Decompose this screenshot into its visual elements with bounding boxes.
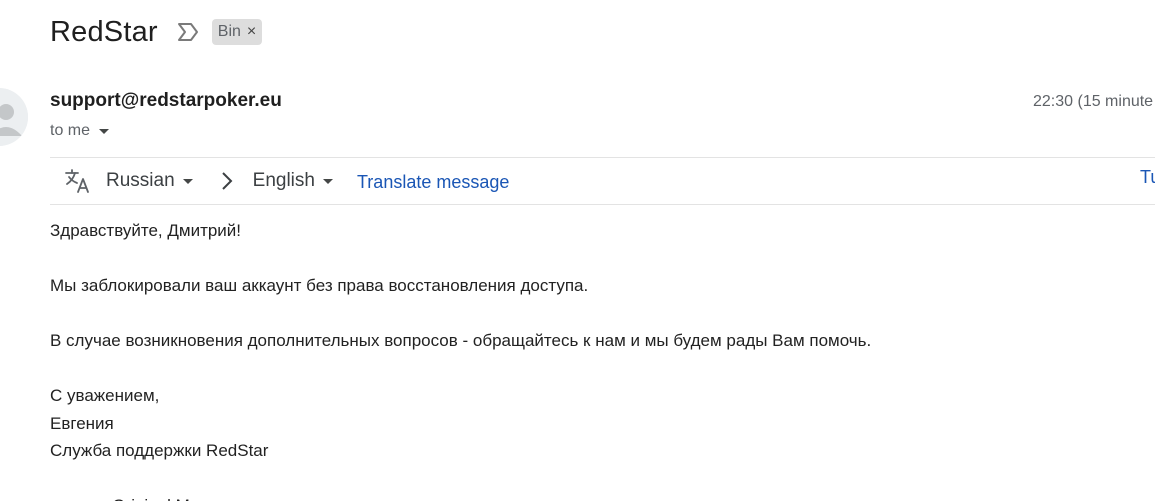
turn-off-translation-link[interactable]: Tu xyxy=(1140,167,1155,188)
sender-email[interactable]: support@redstarpoker.eu xyxy=(50,90,282,112)
original-message-separator: -----Original Message----- xyxy=(50,492,871,501)
caret-down-icon xyxy=(99,129,110,134)
subject-title: RedStar xyxy=(50,15,158,48)
source-language-label: Russian xyxy=(106,170,175,191)
message-timestamp: 22:30 (15 minute xyxy=(1033,93,1154,110)
recipient-details-toggle[interactable]: to me xyxy=(50,122,110,140)
label-chip-text: Bin xyxy=(217,23,241,40)
target-language-label: English xyxy=(252,170,315,191)
chevron-right-icon xyxy=(219,169,235,193)
message-body: Здравствуйте, Дмитрий! Мы заблокировали … xyxy=(50,217,871,501)
recipient-label: to me xyxy=(50,122,91,139)
remove-label-button[interactable]: × xyxy=(247,24,256,40)
label-chip-bin[interactable]: Bin × xyxy=(211,19,263,45)
signer-name: Евгения xyxy=(50,413,114,433)
subject-row: RedStar Bin × xyxy=(50,12,263,52)
greeting-line: Здравствуйте, Дмитрий! xyxy=(50,221,242,240)
translate-bar: Russian English Translate message Tu xyxy=(50,157,1155,205)
email-view: RedStar Bin × support@redstarpoker.eu 22… xyxy=(0,0,1155,501)
source-language-select[interactable]: Russian xyxy=(106,170,193,192)
default-avatar-icon[interactable] xyxy=(0,88,28,146)
caret-down-icon xyxy=(182,179,193,184)
translate-icon xyxy=(64,168,92,194)
body-paragraph: Мы заблокировали ваш аккаунт без права в… xyxy=(50,276,589,295)
translate-message-link[interactable]: Translate message xyxy=(357,172,509,193)
important-marker-icon[interactable] xyxy=(176,21,200,43)
body-paragraph: В случае возникновения дополнительных во… xyxy=(50,331,872,350)
caret-down-icon xyxy=(322,179,333,184)
closing-line: С уважением, xyxy=(50,386,160,405)
target-language-select[interactable]: English xyxy=(253,170,333,192)
signature-team: Служба поддержки RedStar xyxy=(50,441,269,460)
